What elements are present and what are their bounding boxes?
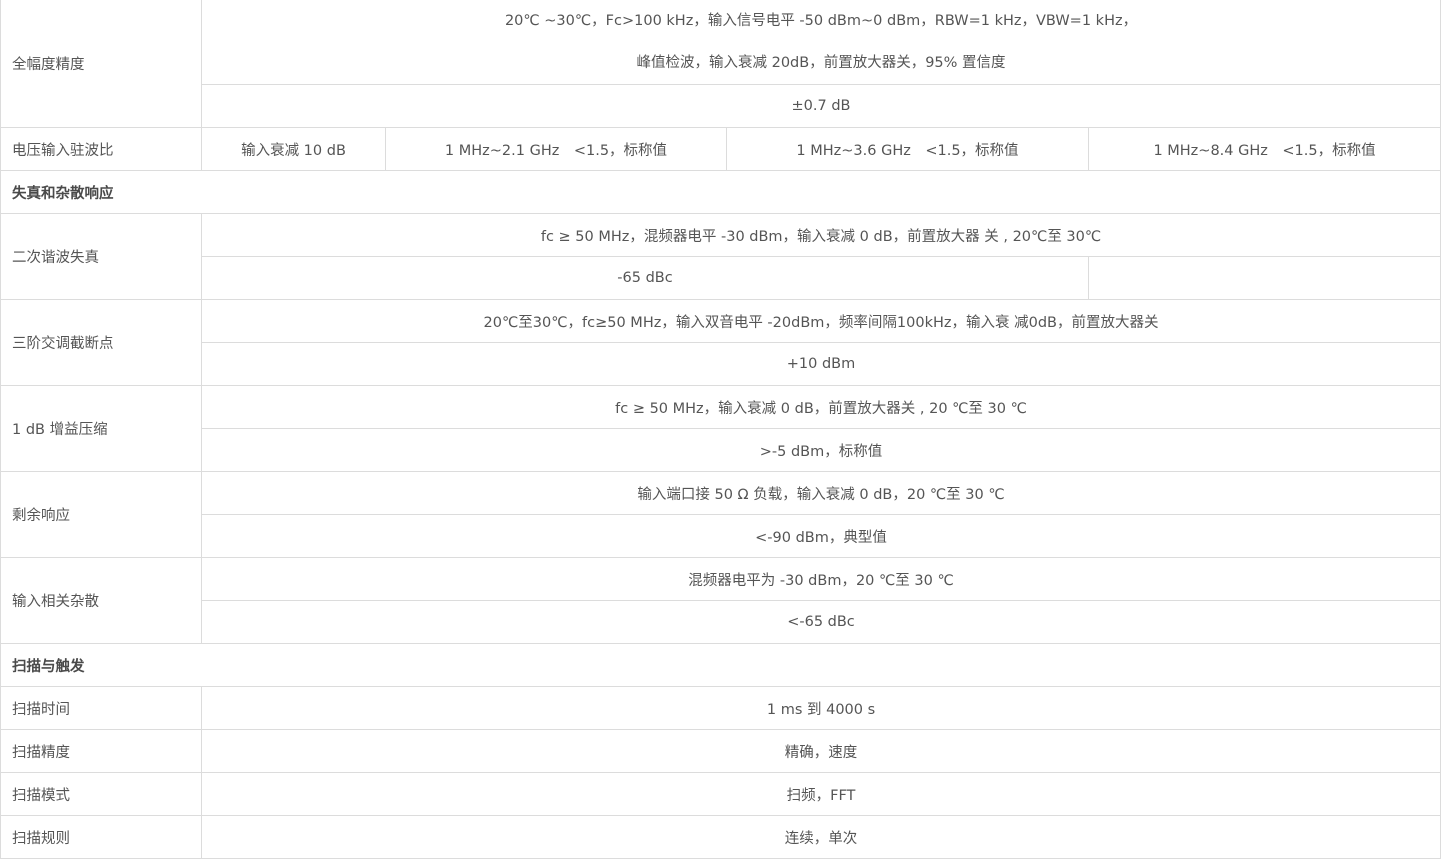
residual-value-row: <-90 dBm，典型值 [1, 514, 1442, 558]
sweep-mode-row: 扫描模式 扫频，FFT [0, 772, 1442, 816]
compression-value-row: >-5 dBm，标称值 [1, 428, 1442, 472]
sweep-mode-value: 扫频，FFT [200, 772, 1442, 816]
input-spurious-condition: 混频器电平为 -30 dBm，20 ℃至 30 ℃ [200, 557, 1442, 601]
section-sweep-row: 扫描与触发 [0, 643, 1442, 687]
toi-row: 三阶交调截断点 20℃至30℃，fc≥50 MHz，输入双音电平 -20dBm，… [0, 299, 1442, 386]
amplitude-accuracy-value-row: ±0.7 dB [1, 84, 1442, 128]
second-harmonic-label: 二次谐波失真 [0, 213, 202, 300]
second-harmonic-empty-cell [1087, 256, 1442, 300]
amplitude-accuracy-condition-line2: 峰值检波，输入衰减 20dB，前置放大器关，95% 置信度 [636, 55, 1006, 71]
amplitude-accuracy-condition: 20℃ ~30℃，Fc>100 kHz，输入信号电平 -50 dBm~0 dBm… [200, 0, 1442, 85]
second-harmonic-condition: fc ≥ 50 MHz，混频器电平 -30 dBm，输入衰减 0 dB，前置放大… [200, 213, 1442, 257]
vswr-row: 电压输入驻波比 输入衰减 10 dB 1 MHz~2.1 GHz <1.5，标称… [0, 127, 1442, 171]
residual-row: 剩余响应 输入端口接 50 Ω 负载，输入衰减 0 dB，20 ℃至 30 ℃ [0, 471, 1442, 558]
second-harmonic-row: 二次谐波失真 fc ≥ 50 MHz，混频器电平 -30 dBm，输入衰减 0 … [0, 213, 1442, 300]
residual-label: 剩余响应 [0, 471, 202, 558]
input-spurious-label: 输入相关杂散 [0, 557, 202, 644]
sweep-accuracy-row: 扫描精度 精确，速度 [0, 729, 1442, 773]
sweep-accuracy-label: 扫描精度 [0, 729, 202, 773]
sweep-time-value: 1 ms 到 4000 s [200, 686, 1442, 730]
sweep-rule-row: 扫描规则 连续，单次 [0, 815, 1442, 859]
sweep-rule-value: 连续，单次 [200, 815, 1442, 859]
section-distortion-heading: 失真和杂散响应 [0, 170, 1442, 214]
residual-value: <-90 dBm，典型值 [200, 514, 1442, 558]
section-distortion-row: 失真和杂散响应 [0, 170, 1442, 214]
second-harmonic-value-row: -65 dBc [1, 256, 1442, 300]
input-spurious-value-row: <-65 dBc [1, 600, 1442, 644]
sweep-time-label: 扫描时间 [0, 686, 202, 730]
compression-label: 1 dB 增益压缩 [0, 385, 202, 472]
residual-condition: 输入端口接 50 Ω 负载，输入衰减 0 dB，20 ℃至 30 ℃ [200, 471, 1442, 515]
sweep-rule-label: 扫描规则 [0, 815, 202, 859]
section-sweep-heading: 扫描与触发 [0, 643, 1442, 687]
sweep-mode-label: 扫描模式 [0, 772, 202, 816]
toi-label: 三阶交调截断点 [0, 299, 202, 386]
sweep-time-row: 扫描时间 1 ms 到 4000 s [0, 686, 1442, 730]
amplitude-accuracy-row: 全幅度精度 20℃ ~30℃，Fc>100 kHz，输入信号电平 -50 dBm… [0, 0, 1442, 128]
sweep-accuracy-value: 精确，速度 [200, 729, 1442, 773]
vswr-label: 电压输入驻波比 [0, 127, 202, 171]
toi-value: +10 dBm [200, 342, 1442, 386]
amplitude-accuracy-condition-line1: 20℃ ~30℃，Fc>100 kHz，输入信号电平 -50 dBm~0 dBm… [504, 13, 1138, 29]
vswr-attenuation: 输入衰减 10 dB [201, 127, 386, 171]
input-spurious-row: 输入相关杂散 混频器电平为 -30 dBm，20 ℃至 30 ℃ [0, 557, 1442, 644]
spec-table: 全幅度精度 20℃ ~30℃，Fc>100 kHz，输入信号电平 -50 dBm… [0, 0, 1442, 859]
compression-condition: fc ≥ 50 MHz，输入衰减 0 dB，前置放大器关 , 20 ℃至 30 … [200, 385, 1442, 429]
amplitude-accuracy-label: 全幅度精度 [0, 0, 202, 128]
amplitude-accuracy-value: ±0.7 dB [200, 84, 1442, 128]
vswr-range-2: 1 MHz~3.6 GHz <1.5，标称值 [726, 127, 1089, 171]
compression-value: >-5 dBm，标称值 [200, 428, 1442, 472]
toi-condition: 20℃至30℃，fc≥50 MHz，输入双音电平 -20dBm，频率间隔100k… [200, 299, 1442, 343]
vswr-range-3: 1 MHz~8.4 GHz <1.5，标称值 [1087, 127, 1442, 171]
second-harmonic-value: -65 dBc [201, 256, 1089, 300]
toi-value-row: +10 dBm [1, 342, 1442, 386]
input-spurious-value: <-65 dBc [200, 600, 1442, 644]
vswr-range-1: 1 MHz~2.1 GHz <1.5，标称值 [385, 127, 727, 171]
compression-row: 1 dB 增益压缩 fc ≥ 50 MHz，输入衰减 0 dB，前置放大器关 ,… [0, 385, 1442, 472]
